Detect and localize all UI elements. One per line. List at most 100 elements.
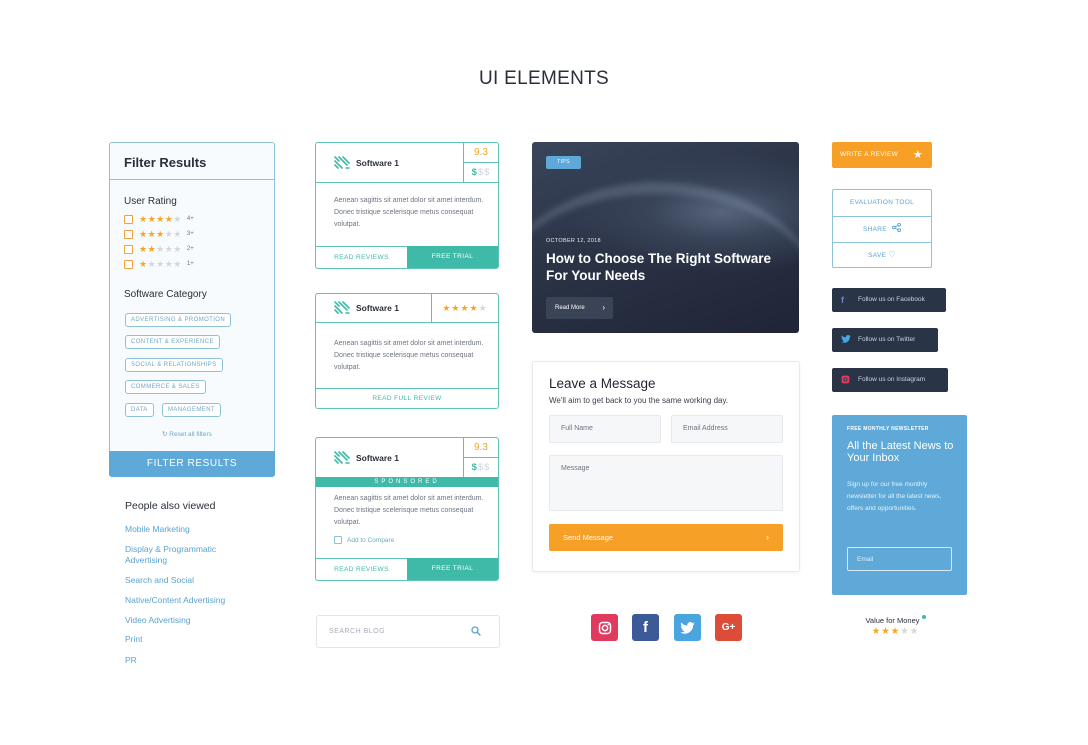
software-logo-icon bbox=[334, 155, 350, 169]
card-description: Aenean sagittis sit amet dolor sit amet … bbox=[334, 197, 484, 228]
read-more-button[interactable]: Read More › bbox=[546, 297, 613, 319]
rating-filter-3[interactable]: ★★★★★ 3+ bbox=[124, 229, 194, 239]
share-label: SHARE bbox=[862, 226, 887, 233]
category-tag[interactable]: COMMERCE & SALES bbox=[125, 380, 206, 394]
article-title: How to Choose The Right Software For You… bbox=[546, 251, 771, 283]
chevron-right-icon: › bbox=[602, 303, 605, 312]
card-description: Aenean sagittis sit amet dolor sit amet … bbox=[334, 340, 484, 371]
price-inactive: $$ bbox=[477, 462, 491, 473]
read-reviews-button[interactable]: READ REVIEWS bbox=[316, 558, 407, 580]
card-header: Software 1 bbox=[316, 438, 399, 477]
chevron-right-icon: › bbox=[766, 532, 769, 542]
follow-twitter-button[interactable]: Follow us on Twitter bbox=[832, 328, 938, 352]
write-review-button[interactable]: WRITE A REVIEW ★ bbox=[832, 142, 932, 168]
related-link[interactable]: Print bbox=[125, 634, 245, 645]
twitter-button[interactable] bbox=[674, 614, 701, 641]
divider bbox=[316, 322, 498, 323]
software-name: Software 1 bbox=[356, 452, 399, 463]
checkbox[interactable] bbox=[334, 536, 342, 544]
star-rating: ★★★★★ bbox=[431, 294, 498, 322]
rating-label: 1+ bbox=[186, 261, 194, 267]
rating-filter-1[interactable]: ★★★★★ 1+ bbox=[124, 259, 194, 269]
message-field[interactable]: Message bbox=[549, 455, 783, 511]
software-logo-icon bbox=[334, 301, 350, 314]
read-full-review-button[interactable]: READ FULL REVIEW bbox=[316, 388, 498, 408]
category-tag[interactable]: MANAGEMENT bbox=[162, 403, 222, 417]
save-label: SAVE bbox=[868, 252, 887, 259]
follow-instagram-button[interactable]: Follow us on Instagram bbox=[832, 368, 948, 392]
send-message-button[interactable]: Send Message › bbox=[549, 524, 783, 551]
send-label: Send Message bbox=[563, 533, 614, 542]
evaluation-tool-button[interactable]: EVALUATION TOOL bbox=[833, 190, 931, 216]
email-field[interactable]: Email Address bbox=[671, 415, 783, 443]
checkbox[interactable] bbox=[124, 244, 133, 254]
software-category-label: Software Category bbox=[124, 289, 207, 300]
category-tag[interactable]: SOCIAL & RELATIONSHIPS bbox=[125, 358, 223, 372]
star-rating: ★★★★★ bbox=[139, 258, 182, 269]
newsletter-title: All the Latest News to Your Inbox bbox=[847, 440, 954, 464]
star-rating: ★★★★★ bbox=[139, 243, 182, 254]
related-link[interactable]: PR bbox=[125, 655, 245, 666]
software-logo-icon bbox=[334, 450, 350, 464]
full-name-field[interactable]: Full Name bbox=[549, 415, 661, 443]
related-link[interactable]: Native/Content Advertising bbox=[125, 595, 245, 606]
search-icon[interactable] bbox=[471, 626, 481, 636]
star-rating: ★★★★★ bbox=[871, 626, 920, 637]
form-subtitle: We'll aim to get back to you the same wo… bbox=[549, 396, 729, 405]
software-name: Software 1 bbox=[356, 303, 399, 313]
search-box bbox=[316, 615, 500, 648]
score: 9.3 bbox=[464, 143, 498, 163]
rating-filter-4[interactable]: ★★★★★ 4+ bbox=[124, 214, 194, 224]
heart-icon: ♡ bbox=[888, 250, 896, 259]
category-tag[interactable]: CONTENT & EXPERIENCE bbox=[125, 335, 220, 349]
facebook-button[interactable]: f bbox=[632, 614, 659, 641]
search-input[interactable] bbox=[329, 616, 469, 647]
filter-title: Filter Results bbox=[110, 143, 274, 180]
free-trial-button[interactable]: FREE TRIAL bbox=[407, 558, 498, 580]
software-name: Software 1 bbox=[356, 157, 399, 168]
value-for-money-label: Value for Money bbox=[832, 615, 959, 625]
follow-label: Follow us on Facebook bbox=[858, 296, 925, 303]
checkbox[interactable] bbox=[124, 259, 133, 269]
read-reviews-button[interactable]: READ REVIEWS bbox=[316, 246, 407, 268]
instagram-icon bbox=[598, 621, 611, 634]
filter-results-button[interactable]: FILTER RESULTS bbox=[109, 451, 275, 477]
add-to-compare[interactable]: Add to Compare bbox=[334, 536, 394, 544]
article-hero-card[interactable]: TIPS OCTOBER 12, 2018 How to Choose The … bbox=[532, 142, 799, 333]
follow-facebook-button[interactable]: f Follow us on Facebook bbox=[832, 288, 946, 312]
related-link[interactable]: Mobile Marketing bbox=[125, 524, 245, 535]
star-rating: ★★★★★ bbox=[139, 213, 182, 224]
related-link[interactable]: Video Advertising bbox=[125, 615, 245, 626]
google-plus-button[interactable]: G+ bbox=[715, 614, 742, 641]
price-level: $$$ bbox=[464, 458, 498, 477]
save-button[interactable]: SAVE ♡ bbox=[833, 242, 931, 268]
sponsored-banner: SPONSORED bbox=[316, 477, 498, 487]
reset-filters-link[interactable]: ↻ Reset all filters bbox=[162, 430, 212, 438]
score-box: 9.3 $$$ bbox=[463, 143, 498, 182]
related-link[interactable]: Search and Social bbox=[125, 575, 245, 586]
category-tag[interactable]: DATA bbox=[125, 403, 154, 417]
score: 9.3 bbox=[464, 438, 498, 458]
free-trial-button[interactable]: FREE TRIAL bbox=[407, 246, 498, 268]
reset-label: Reset all filters bbox=[169, 431, 212, 438]
newsletter-kicker: FREE MONTHLY NEWSLETTER bbox=[847, 426, 929, 432]
rating-label: 3+ bbox=[186, 231, 194, 237]
article-tag: TIPS bbox=[546, 156, 581, 169]
newsletter-email-input[interactable] bbox=[847, 547, 952, 571]
people-also-viewed-title: People also viewed bbox=[125, 500, 216, 512]
follow-label: Follow us on Instagram bbox=[858, 376, 926, 383]
checkbox[interactable] bbox=[124, 214, 133, 224]
rating-filter-2[interactable]: ★★★★★ 2+ bbox=[124, 244, 194, 254]
twitter-icon bbox=[841, 335, 851, 343]
related-link[interactable]: Display & Programmatic Advertising bbox=[125, 544, 245, 566]
value-for-money-rating: Value for Money ★★★★★ bbox=[832, 615, 959, 637]
price-inactive: $$ bbox=[477, 167, 491, 178]
software-card: Software 1 9.3 $$$ SPONSORED Aenean sagi… bbox=[315, 437, 499, 581]
software-card: Software 1 ★★★★ ★ Aenean sagittis sit ame… bbox=[315, 293, 499, 409]
share-button[interactable]: SHARE bbox=[833, 217, 931, 243]
category-tag[interactable]: ADVERTISING & PROMOTION bbox=[125, 313, 232, 327]
checkbox[interactable] bbox=[124, 229, 133, 239]
instagram-button[interactable] bbox=[591, 614, 618, 641]
newsletter-box: FREE MONTHLY NEWSLETTER All the Latest N… bbox=[832, 415, 967, 595]
google-plus-icon: G+ bbox=[721, 622, 736, 633]
